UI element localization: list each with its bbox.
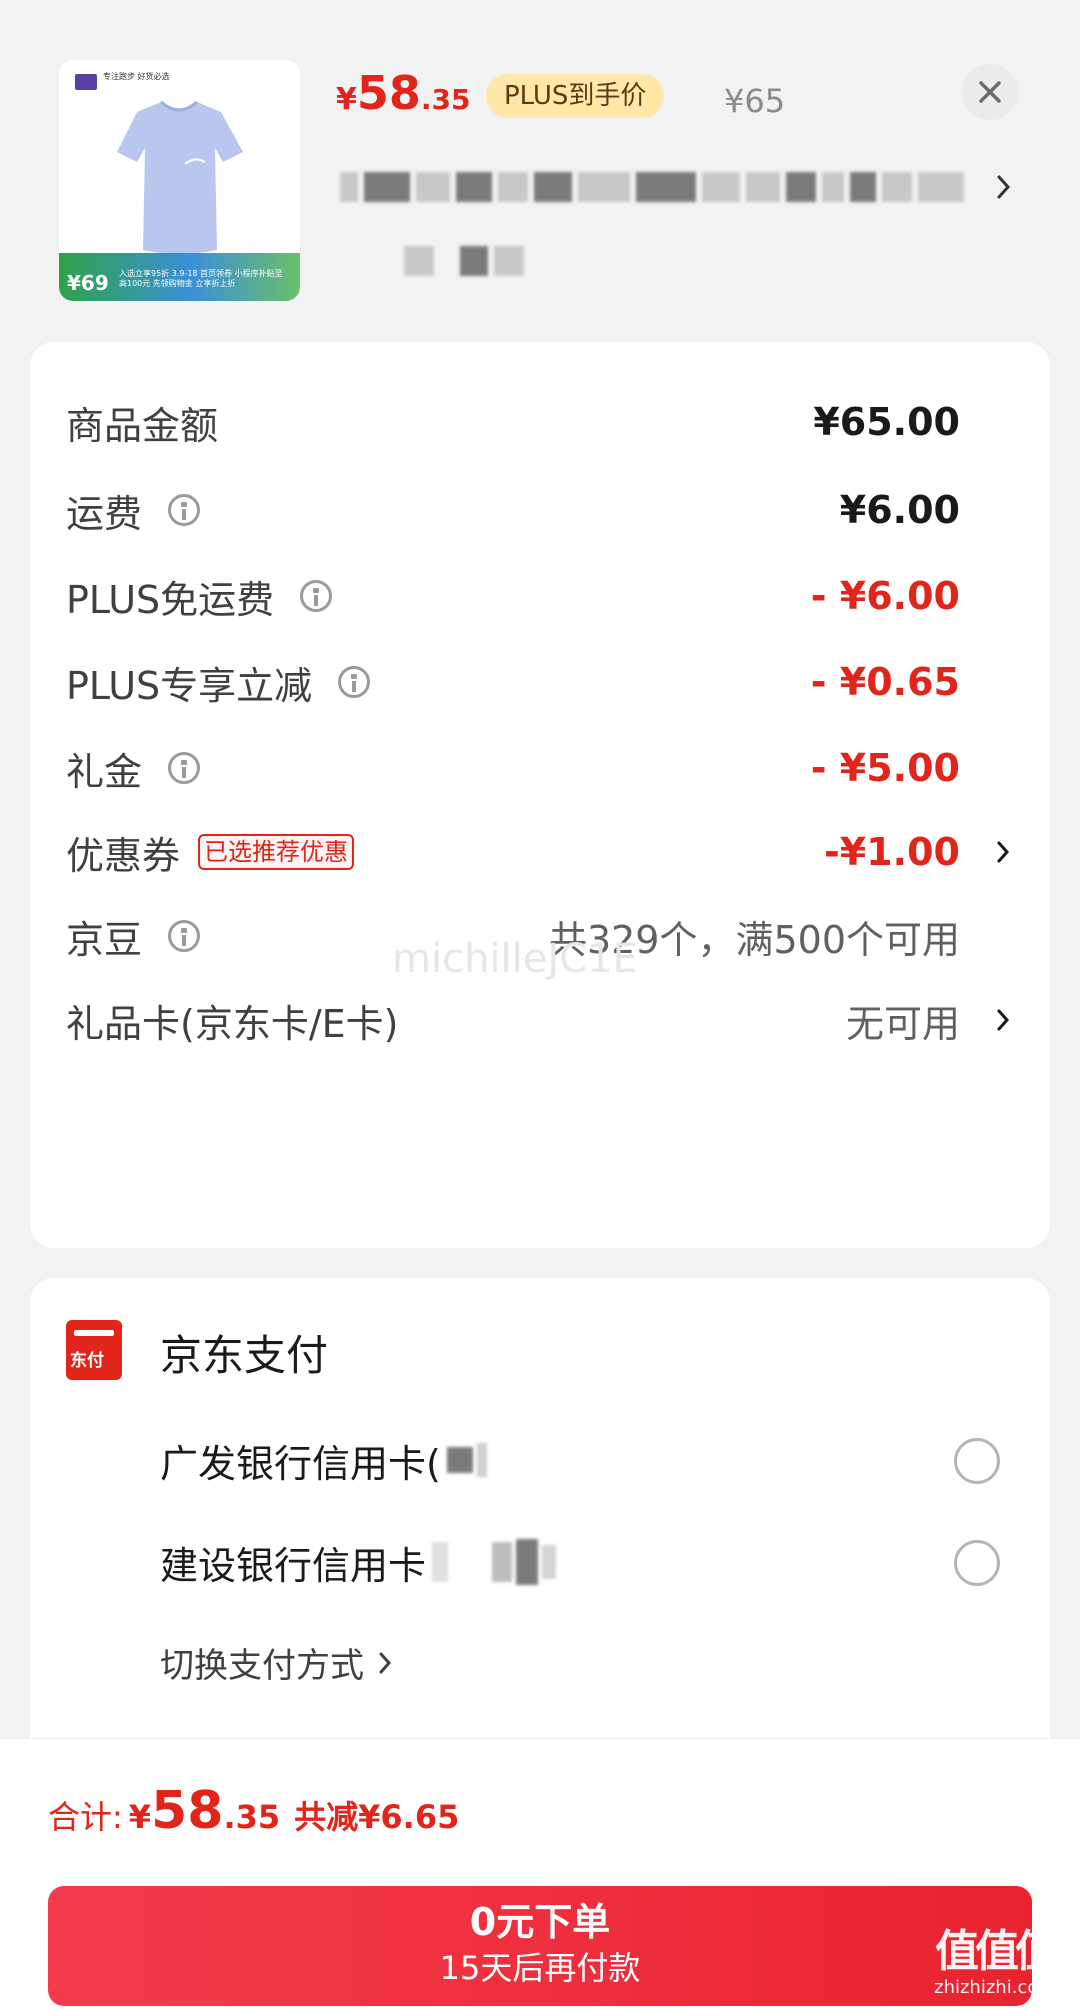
logo-glyph: 值值值 bbox=[935, 1926, 1059, 1977]
price-decimal: .35 bbox=[420, 83, 471, 116]
card-number-blurred bbox=[432, 1539, 557, 1585]
row-value: 无可用 bbox=[845, 1001, 960, 1046]
coupon-recommended-tag: 已选推荐优惠 bbox=[198, 834, 355, 870]
user-watermark: michilleJC1E bbox=[392, 936, 638, 982]
row-label: 商品金额 bbox=[66, 403, 219, 448]
summary-row-coupon[interactable]: 优惠券 已选推荐优惠 -¥1.00 bbox=[66, 822, 1014, 882]
checkout-bottom-bar: 合计: ¥ 58 .35 共减¥6.65 0元下单 15天后再付款 bbox=[0, 1738, 1080, 2009]
chevron-right-icon bbox=[379, 1652, 392, 1673]
logo-url: zhizhizhi.com bbox=[934, 1977, 1056, 1998]
thumb-caption: 入选立享95折 3.9-18 首页领券 小程序补贴至高100元 先领购物金 立享… bbox=[119, 269, 283, 288]
price-integer: 58 bbox=[356, 66, 421, 120]
row-label: PLUS专享立减 bbox=[66, 663, 313, 708]
close-icon bbox=[979, 81, 1001, 103]
bank-option-guangfa[interactable]: 广发银行信用卡( bbox=[160, 1430, 487, 1490]
row-value: - ¥0.65 bbox=[810, 660, 960, 704]
switch-payment-method[interactable]: 切换支付方式 bbox=[160, 1638, 396, 1687]
radio-icon[interactable] bbox=[954, 1540, 1000, 1586]
bank-label: 广发银行信用卡( bbox=[160, 1441, 441, 1486]
info-icon[interactable] bbox=[168, 920, 201, 952]
total-label: 合计: bbox=[48, 1798, 123, 1836]
total-saved: 共减¥6.65 bbox=[294, 1798, 460, 1836]
jdpay-icon: 东付 bbox=[66, 1320, 122, 1380]
row-label: 礼金 bbox=[66, 749, 143, 794]
place-order-main-label: 0元下单 bbox=[469, 1900, 611, 1944]
thumb-price: ¥69 bbox=[67, 271, 109, 295]
place-order-sub-label: 15天后再付款 bbox=[439, 1949, 641, 1987]
checkout-sheet: 专注跑步 好货必选 ¥69 入选立享95折 3.9-18 首页领券 小程序补贴至… bbox=[0, 0, 1080, 2009]
thumb-badge-text: 专注跑步 好货必选 bbox=[103, 72, 170, 81]
summary-row-gift-money: 礼金 - ¥5.00 bbox=[66, 738, 1014, 798]
row-value: - ¥6.00 bbox=[810, 574, 960, 618]
row-value: - ¥5.00 bbox=[810, 746, 960, 790]
info-icon[interactable] bbox=[168, 494, 201, 526]
radio-icon[interactable] bbox=[954, 1438, 1000, 1484]
product-thumbnail[interactable]: 专注跑步 好货必选 ¥69 入选立享95折 3.9-18 首页领券 小程序补贴至… bbox=[59, 60, 300, 301]
chevron-right-icon[interactable] bbox=[996, 1006, 1010, 1034]
info-icon[interactable] bbox=[168, 752, 201, 784]
row-label: PLUS免运费 bbox=[66, 577, 275, 622]
info-icon[interactable] bbox=[338, 666, 371, 698]
summary-row-gift-card[interactable]: 礼品卡(京东卡/E卡) 无可用 bbox=[66, 990, 1014, 1050]
product-title-blurred[interactable] bbox=[340, 172, 964, 202]
card-number-blurred bbox=[446, 1443, 487, 1477]
row-value: -¥1.00 bbox=[824, 830, 960, 874]
chevron-right-icon[interactable] bbox=[996, 172, 1012, 202]
current-price: ¥58.35 bbox=[336, 66, 471, 120]
place-order-button[interactable]: 0元下单 15天后再付款 bbox=[48, 1886, 1032, 2006]
info-icon[interactable] bbox=[300, 580, 333, 612]
bank-label: 建设银行信用卡 bbox=[160, 1543, 427, 1588]
order-summary-card: 商品金额 ¥65.00 运费 ¥6.00 PLUS免运费 - ¥6.00 PLU… bbox=[30, 342, 1050, 1248]
payment-title: 京东支付 bbox=[160, 1331, 329, 1380]
order-total: 合计: ¥ 58 .35 共减¥6.65 bbox=[48, 1781, 459, 1841]
chevron-right-icon[interactable] bbox=[996, 838, 1010, 866]
row-label: 京豆 bbox=[66, 917, 143, 962]
total-decimal: .35 bbox=[223, 1798, 281, 1836]
row-label: 运费 bbox=[66, 491, 143, 536]
close-button[interactable] bbox=[962, 64, 1018, 120]
total-symbol: ¥ bbox=[128, 1798, 152, 1836]
summary-row-plus-free-shipping: PLUS免运费 - ¥6.00 bbox=[66, 566, 1014, 626]
original-price: ¥65 bbox=[724, 82, 786, 120]
row-value: ¥65.00 bbox=[813, 400, 960, 444]
summary-row-plus-discount: PLUS专享立减 - ¥0.65 bbox=[66, 652, 1014, 712]
summary-row-shipping: 运费 ¥6.00 bbox=[66, 480, 1014, 540]
bank-option-ccb[interactable]: 建设银行信用卡 bbox=[160, 1532, 557, 1592]
site-watermark-logo: 值值值 zhizhizhi.com bbox=[920, 1926, 1070, 2004]
row-value: ¥6.00 bbox=[839, 488, 960, 532]
switch-payment-label: 切换支付方式 bbox=[160, 1646, 364, 1686]
plus-price-tag: PLUS到手价 bbox=[486, 74, 665, 118]
row-label: 优惠券 bbox=[66, 833, 181, 878]
product-subtitle-blurred bbox=[404, 246, 524, 276]
row-label: 礼品卡(京东卡/E卡) bbox=[66, 1001, 399, 1046]
total-integer: 58 bbox=[151, 1781, 224, 1841]
summary-row-goods-amount: 商品金额 ¥65.00 bbox=[66, 392, 1014, 452]
brand-badge-icon bbox=[75, 74, 97, 90]
price-symbol: ¥ bbox=[336, 82, 357, 117]
